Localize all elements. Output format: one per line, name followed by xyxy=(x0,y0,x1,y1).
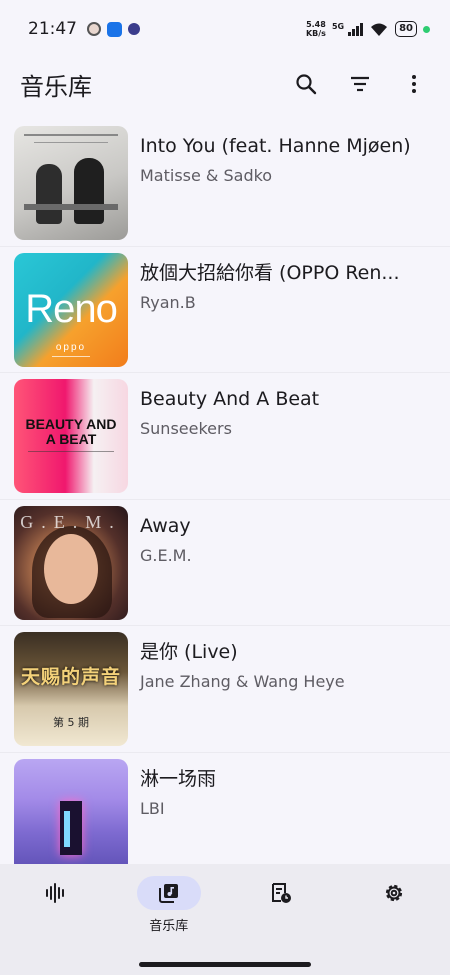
cover-text: BEAUTY AND A BEAT xyxy=(25,416,117,447)
cover-text: 天赐的声音 xyxy=(20,666,121,688)
cover-subtext: 第 5 期 xyxy=(53,716,89,729)
song-list-item[interactable]: Reno oppo 放個大招給你看 (OPPO Ren... Ryan.B xyxy=(0,247,450,373)
album-cover: G.E.M. xyxy=(14,505,128,620)
cover-text: G.E.M. xyxy=(20,511,122,532)
nav-item-library[interactable]: 音乐库 xyxy=(113,876,226,975)
bottom-navigation: 音乐库 xyxy=(0,864,450,975)
network-speed: 5.48 KB/s xyxy=(305,20,326,38)
status-bar: 21:47 5.48 KB/s 5G 80 xyxy=(0,0,450,58)
nav-item-playlist[interactable] xyxy=(225,876,338,975)
album-cover xyxy=(14,126,128,240)
battery-icon: 80 xyxy=(395,21,417,37)
more-options-button[interactable] xyxy=(390,60,438,108)
song-title: Away xyxy=(140,514,191,537)
nav-label: 音乐库 xyxy=(149,919,189,934)
song-list-item[interactable]: 淋一场雨 LBI xyxy=(0,753,450,864)
song-title: 放個大招給你看 (OPPO Ren... xyxy=(140,261,400,284)
home-indicator[interactable] xyxy=(139,962,311,967)
album-cover: Reno oppo xyxy=(14,252,128,367)
song-artist: Jane Zhang & Wang Heye xyxy=(140,672,345,691)
song-artist: LBI xyxy=(140,798,165,818)
filter-button[interactable] xyxy=(336,60,384,108)
search-button[interactable] xyxy=(282,60,330,108)
song-list-item[interactable]: 天赐的声音 第 5 期 是你 (Live) Jane Zhang & Wang … xyxy=(0,626,450,753)
song-title: 是你 (Live) xyxy=(140,641,238,663)
album-cover: BEAUTY AND A BEAT xyxy=(14,379,128,493)
notification-app-icon xyxy=(107,21,122,37)
song-title: 淋一场雨 xyxy=(140,767,217,790)
waveform-icon xyxy=(46,883,65,903)
search-icon xyxy=(296,74,317,95)
signal-icon xyxy=(348,22,364,36)
settings-icon xyxy=(385,884,402,902)
wifi-icon xyxy=(371,23,388,36)
privacy-indicator-dot xyxy=(423,25,430,33)
filter-icon xyxy=(351,76,369,92)
cover-text: Reno xyxy=(25,286,118,331)
playlist-history-icon xyxy=(272,883,292,903)
album-cover xyxy=(14,758,128,864)
album-cover: 天赐的声音 第 5 期 xyxy=(14,632,128,746)
status-indicators: 5.48 KB/s 5G 80 xyxy=(306,20,430,38)
app-bar-actions xyxy=(276,60,438,108)
status-time: 21:47 xyxy=(28,19,77,39)
network-type: 5G xyxy=(331,22,345,31)
app-bar: 音乐库 xyxy=(0,58,450,110)
more-vert-icon xyxy=(412,75,416,93)
song-list[interactable]: Into You (feat. Hanne Mjøen) Matisse & S… xyxy=(0,120,450,864)
song-list-item[interactable]: BEAUTY AND A BEAT Beauty And A Beat Suns… xyxy=(0,373,450,500)
song-title: Beauty And A Beat xyxy=(140,388,320,410)
song-artist: Sunseekers xyxy=(140,419,232,438)
notification-icons xyxy=(87,21,140,37)
song-artist: Matisse & Sadko xyxy=(140,166,273,185)
page-title: 音乐库 xyxy=(20,72,92,101)
nav-item-now-playing[interactable] xyxy=(0,876,113,975)
song-list-item[interactable]: G.E.M. Away G.E.M. xyxy=(0,500,450,626)
song-artist: G.E.M. xyxy=(140,545,192,565)
song-list-item[interactable]: Into You (feat. Hanne Mjøen) Matisse & S… xyxy=(0,120,450,247)
notification-app-icon xyxy=(128,23,140,35)
song-title: Into You (feat. Hanne Mjøen) xyxy=(140,135,411,157)
cover-subtext: oppo xyxy=(55,341,87,353)
song-artist: Ryan.B xyxy=(140,292,196,312)
nav-item-settings[interactable] xyxy=(338,876,450,975)
music-library-icon xyxy=(158,884,178,903)
notification-app-icon xyxy=(87,22,101,36)
